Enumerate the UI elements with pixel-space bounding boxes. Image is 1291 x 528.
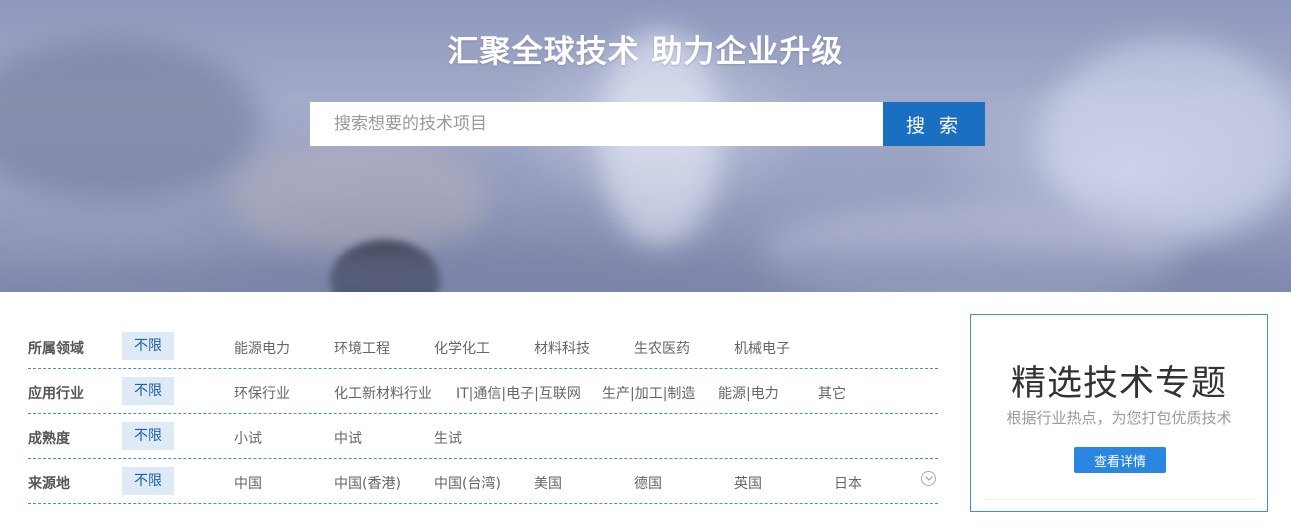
filter-row-origin: 来源地 不限 中国 中国(香港) 中国(台湾) 美国 德国 英国 日本 bbox=[28, 459, 938, 504]
promo-title: 精选技术专题 bbox=[1010, 364, 1227, 404]
filter-option[interactable]: 德国 bbox=[634, 473, 662, 493]
search-button[interactable]: 搜 索 bbox=[883, 102, 985, 146]
filter-row-field: 所属领域 不限 能源电力 环境工程 化学化工 材料科技 生农医药 机械电子 bbox=[28, 324, 938, 369]
divider bbox=[985, 499, 1253, 500]
filter-option-unlimited[interactable]: 不限 bbox=[122, 377, 174, 405]
view-details-button[interactable]: 查看详情 bbox=[1074, 447, 1166, 473]
filter-option[interactable]: 英国 bbox=[734, 473, 762, 493]
filter-option-unlimited[interactable]: 不限 bbox=[122, 332, 174, 360]
filter-option[interactable]: 生农医药 bbox=[634, 338, 690, 358]
filter-option[interactable]: 环保行业 bbox=[234, 383, 290, 403]
filter-label: 所属领域 bbox=[28, 341, 84, 357]
filter-option[interactable]: 日本 bbox=[834, 473, 862, 493]
search-bar: 搜 索 bbox=[310, 102, 985, 146]
promo-subtitle: 根据行业热点，为您打包优质技术 bbox=[1006, 409, 1232, 427]
filter-option[interactable]: 化工新材料行业 bbox=[334, 383, 432, 403]
filter-option[interactable]: 中国 bbox=[234, 473, 262, 493]
filter-label: 来源地 bbox=[28, 476, 70, 492]
filter-row-maturity: 成熟度 不限 小试 中试 生试 bbox=[28, 414, 938, 459]
filter-option[interactable]: 生试 bbox=[434, 428, 462, 448]
filter-option-unlimited[interactable]: 不限 bbox=[122, 422, 174, 450]
filter-label: 成熟度 bbox=[28, 431, 70, 447]
filter-option[interactable]: 中国(台湾) bbox=[434, 473, 501, 493]
filter-option[interactable]: 美国 bbox=[534, 473, 562, 493]
banner-title: 汇聚全球技术 助力企业升级 bbox=[447, 34, 844, 70]
filter-option[interactable]: 能源|电力 bbox=[718, 383, 779, 403]
filter-option-unlimited[interactable]: 不限 bbox=[122, 467, 174, 495]
filter-option[interactable]: 小试 bbox=[234, 428, 262, 448]
filter-panel: 所属领域 不限 能源电力 环境工程 化学化工 材料科技 生农医药 机械电子 应用… bbox=[28, 324, 938, 504]
filter-option[interactable]: 中试 bbox=[334, 428, 362, 448]
filter-option[interactable]: 能源电力 bbox=[234, 338, 290, 358]
filter-option[interactable]: 材料科技 bbox=[534, 338, 590, 358]
filter-option[interactable]: 中国(香港) bbox=[334, 473, 401, 493]
filter-option[interactable]: 生产|加工|制造 bbox=[602, 383, 695, 403]
chevron-down-circle-icon[interactable] bbox=[921, 471, 936, 486]
filter-option[interactable]: 环境工程 bbox=[334, 338, 390, 358]
search-input[interactable] bbox=[310, 102, 883, 146]
featured-topic-card: 精选技术专题 根据行业热点，为您打包优质技术 查看详情 bbox=[970, 314, 1268, 512]
filter-option[interactable]: 机械电子 bbox=[734, 338, 790, 358]
hero-banner: 汇聚全球技术 助力企业升级 搜 索 bbox=[0, 0, 1291, 292]
filter-row-industry: 应用行业 不限 环保行业 化工新材料行业 IT|通信|电子|互联网 生产|加工|… bbox=[28, 369, 938, 414]
filter-option[interactable]: 化学化工 bbox=[434, 338, 490, 358]
filter-option[interactable]: 其它 bbox=[818, 383, 846, 403]
background-blur bbox=[230, 140, 490, 260]
filter-option[interactable]: IT|通信|电子|互联网 bbox=[456, 383, 581, 403]
filter-label: 应用行业 bbox=[28, 386, 84, 402]
